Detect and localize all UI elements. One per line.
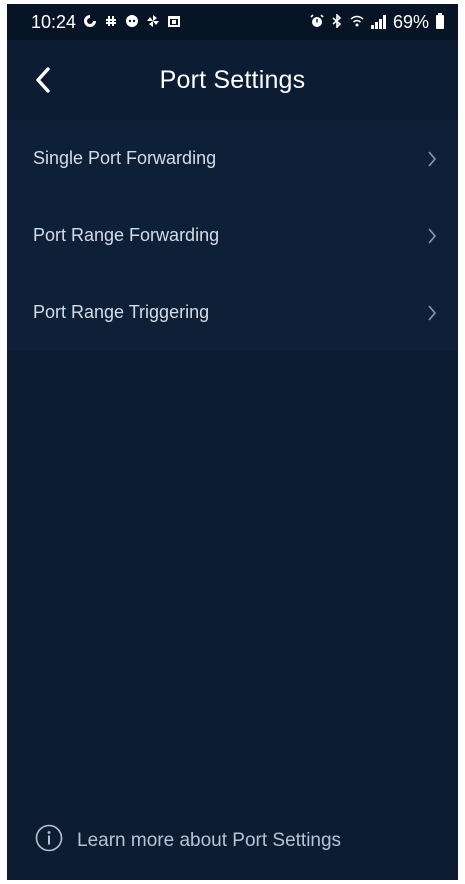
alarm-icon xyxy=(310,14,324,30)
menu-item-single-port-forwarding[interactable]: Single Port Forwarding xyxy=(7,120,458,197)
app-screen: 10:24 69% Port Settings Single Port Forw… xyxy=(7,4,458,880)
page-title: Port Settings xyxy=(159,65,306,94)
port-settings-menu: Single Port Forwarding Port Range Forwar… xyxy=(7,120,458,351)
menu-item-label: Port Range Triggering xyxy=(33,302,210,322)
menu-item-port-range-forwarding[interactable]: Port Range Forwarding xyxy=(7,197,458,274)
chevron-right-icon xyxy=(426,149,440,169)
calendar-icon xyxy=(167,14,181,30)
info-icon xyxy=(35,824,63,857)
chevron-right-icon xyxy=(426,303,440,323)
battery-percent: 69% xyxy=(392,11,429,32)
back-button[interactable] xyxy=(29,62,57,98)
menu-item-label: Single Port Forwarding xyxy=(33,148,217,168)
navigation-header: Port Settings xyxy=(7,40,458,120)
learn-more-text: Learn more about Port Settings xyxy=(77,829,342,851)
discord-icon xyxy=(125,14,139,30)
learn-more-link[interactable]: Learn more about Port Settings xyxy=(35,824,341,857)
chevron-left-icon xyxy=(36,67,50,93)
chevron-right-icon xyxy=(426,226,440,246)
pinwheel-icon xyxy=(146,14,160,30)
slack-icon xyxy=(104,14,118,30)
status-time: 10:24 xyxy=(31,11,77,32)
bluetooth-icon xyxy=(331,13,343,30)
status-left: 10:24 xyxy=(31,12,181,33)
signal-icon xyxy=(370,15,386,29)
sync-icon xyxy=(83,14,97,30)
status-bar: 10:24 69% xyxy=(7,4,458,40)
battery-icon xyxy=(436,13,444,29)
menu-item-label: Port Range Forwarding xyxy=(33,225,220,245)
menu-item-port-range-triggering[interactable]: Port Range Triggering xyxy=(7,274,458,351)
status-right: 69% xyxy=(310,12,444,33)
wifi-calling-icon xyxy=(350,14,364,30)
